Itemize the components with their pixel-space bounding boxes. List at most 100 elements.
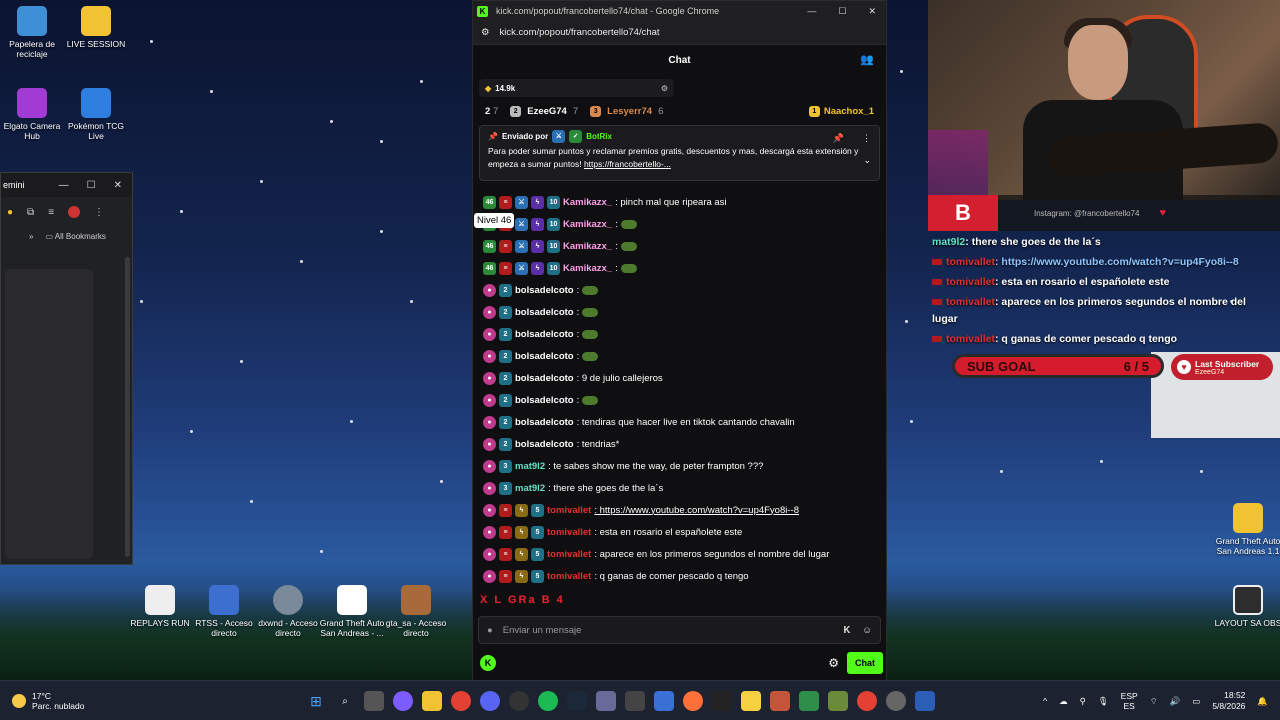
- chat-username[interactable]: bolsadelcoto: [515, 373, 574, 384]
- emote-bar[interactable]: X L GRa B 4: [480, 594, 565, 606]
- file-explorer-icon[interactable]: [422, 691, 442, 711]
- pinned-link[interactable]: https://francobertello-...: [584, 159, 671, 169]
- desktop-icon-gta-sa-11[interactable]: Grand Theft Auto San Andreas 1.1: [1203, 503, 1280, 556]
- chat-username[interactable]: Kamikazx_: [563, 263, 612, 274]
- chat-message: 46 ≡ ⚔ ϟ 10 Kamikazx_: pinch mal que ripeara …: [483, 191, 886, 213]
- kick-emote-icon[interactable]: 𝐊: [843, 625, 850, 636]
- chat-username[interactable]: Kamikazx_: [563, 241, 612, 252]
- chat-username[interactable]: tomivallet: [547, 571, 591, 582]
- spotify-icon[interactable]: [538, 691, 558, 711]
- chat-username[interactable]: Kamikazx_: [563, 219, 612, 230]
- excel-icon[interactable]: [799, 691, 819, 711]
- notification-icon[interactable]: 🔔: [1257, 696, 1268, 707]
- desktop-icon-pokemon-tcg[interactable]: Pokémon TCG Live: [51, 88, 141, 141]
- chevron-right-icon[interactable]: »: [29, 232, 33, 241]
- chat-text: : tendrias*: [576, 438, 620, 450]
- game-icon[interactable]: [828, 691, 848, 711]
- emoji-circle-icon[interactable]: ●: [487, 625, 493, 636]
- firefox-icon[interactable]: [683, 691, 703, 711]
- steam-icon[interactable]: [567, 691, 587, 711]
- gear-icon[interactable]: ⚙: [661, 84, 668, 93]
- desktop-icon-live-session[interactable]: LIVE SESSION: [51, 6, 141, 49]
- message-input[interactable]: ● Enviar un mensaje 𝐊 ☺: [478, 616, 881, 644]
- leader-name[interactable]: Lesyerr74: [607, 106, 652, 117]
- maximize-icon[interactable]: ☐: [87, 180, 96, 191]
- obs-icon[interactable]: [393, 691, 413, 711]
- windows-start-icon[interactable]: ⊞: [306, 691, 326, 711]
- wifi-icon[interactable]: ⌔: [1150, 696, 1158, 707]
- leader-name[interactable]: EzeeG74: [527, 106, 567, 117]
- chat-username[interactable]: bolsadelcoto: [515, 285, 574, 296]
- app-icon[interactable]: [625, 691, 645, 711]
- chat-text: :: [576, 394, 580, 406]
- chat-username[interactable]: Kamikazx_: [563, 197, 612, 208]
- discord-icon[interactable]: [480, 691, 500, 711]
- chrome-icon[interactable]: [451, 691, 471, 711]
- chat-username[interactable]: bolsadelcoto: [515, 351, 574, 362]
- microphone-icon[interactable]: 🎙: [1098, 696, 1109, 707]
- app-icon[interactable]: [654, 691, 674, 711]
- language-indicator[interactable]: ESP ES: [1121, 691, 1138, 711]
- sub-months-badge-icon: 3: [499, 459, 512, 473]
- battery-icon[interactable]: ▭: [1192, 696, 1200, 707]
- pinned-gift-bar[interactable]: ◆ 14.9k ⚙: [479, 79, 674, 97]
- chat-username[interactable]: bolsadelcoto: [515, 329, 574, 340]
- volume-icon[interactable]: 🔊: [1170, 696, 1181, 707]
- chat-send-button[interactable]: Chat: [847, 652, 883, 674]
- chat-text: : esta en rosario el españolete este: [594, 526, 743, 538]
- sticky-notes-icon[interactable]: [741, 691, 761, 711]
- chrome-icon[interactable]: [857, 691, 877, 711]
- search-icon[interactable]: ⌕: [335, 691, 355, 711]
- clock[interactable]: 18:52 5/8/2026: [1212, 690, 1245, 712]
- settings-gear-icon[interactable]: ⚙: [828, 656, 839, 670]
- menu-icon[interactable]: ⋮: [94, 207, 104, 218]
- minimize-icon[interactable]: —: [807, 6, 816, 17]
- chat-username[interactable]: mat9l2: [515, 483, 545, 494]
- chat-text[interactable]: : https://www.youtube.com/watch?v=up4Fyo…: [594, 505, 799, 516]
- star: [440, 480, 443, 483]
- users-icon[interactable]: 👥: [860, 53, 874, 66]
- close-icon[interactable]: ✕: [114, 180, 122, 191]
- desktop-icon-layout-sa-obs[interactable]: LAYOUT SA OBS: [1203, 585, 1280, 628]
- task-view-icon[interactable]: [364, 691, 384, 711]
- chat-message: ● 2 bolsadelcoto: tendrias*: [483, 433, 886, 455]
- close-icon[interactable]: ✕: [868, 6, 876, 17]
- app-icon[interactable]: [596, 691, 616, 711]
- kick-points-icon[interactable]: K: [480, 655, 496, 671]
- terminal-icon[interactable]: [712, 691, 732, 711]
- chevron-up-icon[interactable]: ^: [1043, 696, 1047, 706]
- chat-username[interactable]: mat9l2: [515, 461, 545, 472]
- vpn-shield-icon[interactable]: [915, 691, 935, 711]
- smiley-icon[interactable]: ☺: [862, 625, 872, 636]
- settings-icon[interactable]: [886, 691, 906, 711]
- site-settings-icon[interactable]: ⚙: [481, 27, 490, 38]
- chat-username[interactable]: tomivallet: [547, 527, 591, 538]
- chat-username[interactable]: bolsadelcoto: [515, 307, 574, 318]
- address-bar[interactable]: ⚙ kick.com/popout/francobertello74/chat: [473, 21, 886, 45]
- extension-icon[interactable]: ●: [7, 207, 13, 218]
- scrollbar[interactable]: [125, 257, 130, 557]
- unpin-icon[interactable]: 📌: [833, 132, 844, 145]
- weather-widget[interactable]: 17°C Parc. nublado: [0, 691, 84, 711]
- chat-username[interactable]: bolsadelcoto: [515, 439, 574, 450]
- bluetooth-icon[interactable]: ⚲: [1080, 696, 1086, 707]
- cloud-icon[interactable]: ☁: [1059, 696, 1068, 707]
- chat-username[interactable]: bolsadelcoto: [515, 395, 574, 406]
- chat-username[interactable]: tomivallet: [547, 505, 591, 516]
- desktop-icon-gta-sa-exe[interactable]: gta_sa - Acceso directo: [371, 585, 461, 638]
- founder-badge-icon: ≡: [499, 195, 512, 209]
- minimize-icon[interactable]: —: [59, 180, 69, 191]
- maximize-icon[interactable]: ☐: [838, 6, 846, 17]
- left-browser-tab[interactable]: emini: [3, 180, 25, 190]
- github-icon[interactable]: [509, 691, 529, 711]
- chat-username[interactable]: bolsadelcoto: [515, 417, 574, 428]
- profile-avatar[interactable]: [68, 206, 81, 218]
- app-icon[interactable]: [770, 691, 790, 711]
- chevron-down-icon[interactable]: ⌄: [863, 154, 871, 167]
- tab-search-icon[interactable]: ≡: [48, 207, 54, 218]
- chat-username[interactable]: tomivallet: [547, 549, 591, 560]
- leader-name[interactable]: Naachox_1: [824, 106, 874, 117]
- puzzle-icon[interactable]: ⧉: [27, 207, 34, 218]
- all-bookmarks-folder[interactable]: ▭ All Bookmarks: [45, 232, 105, 241]
- more-options-icon[interactable]: ⋮: [862, 132, 871, 145]
